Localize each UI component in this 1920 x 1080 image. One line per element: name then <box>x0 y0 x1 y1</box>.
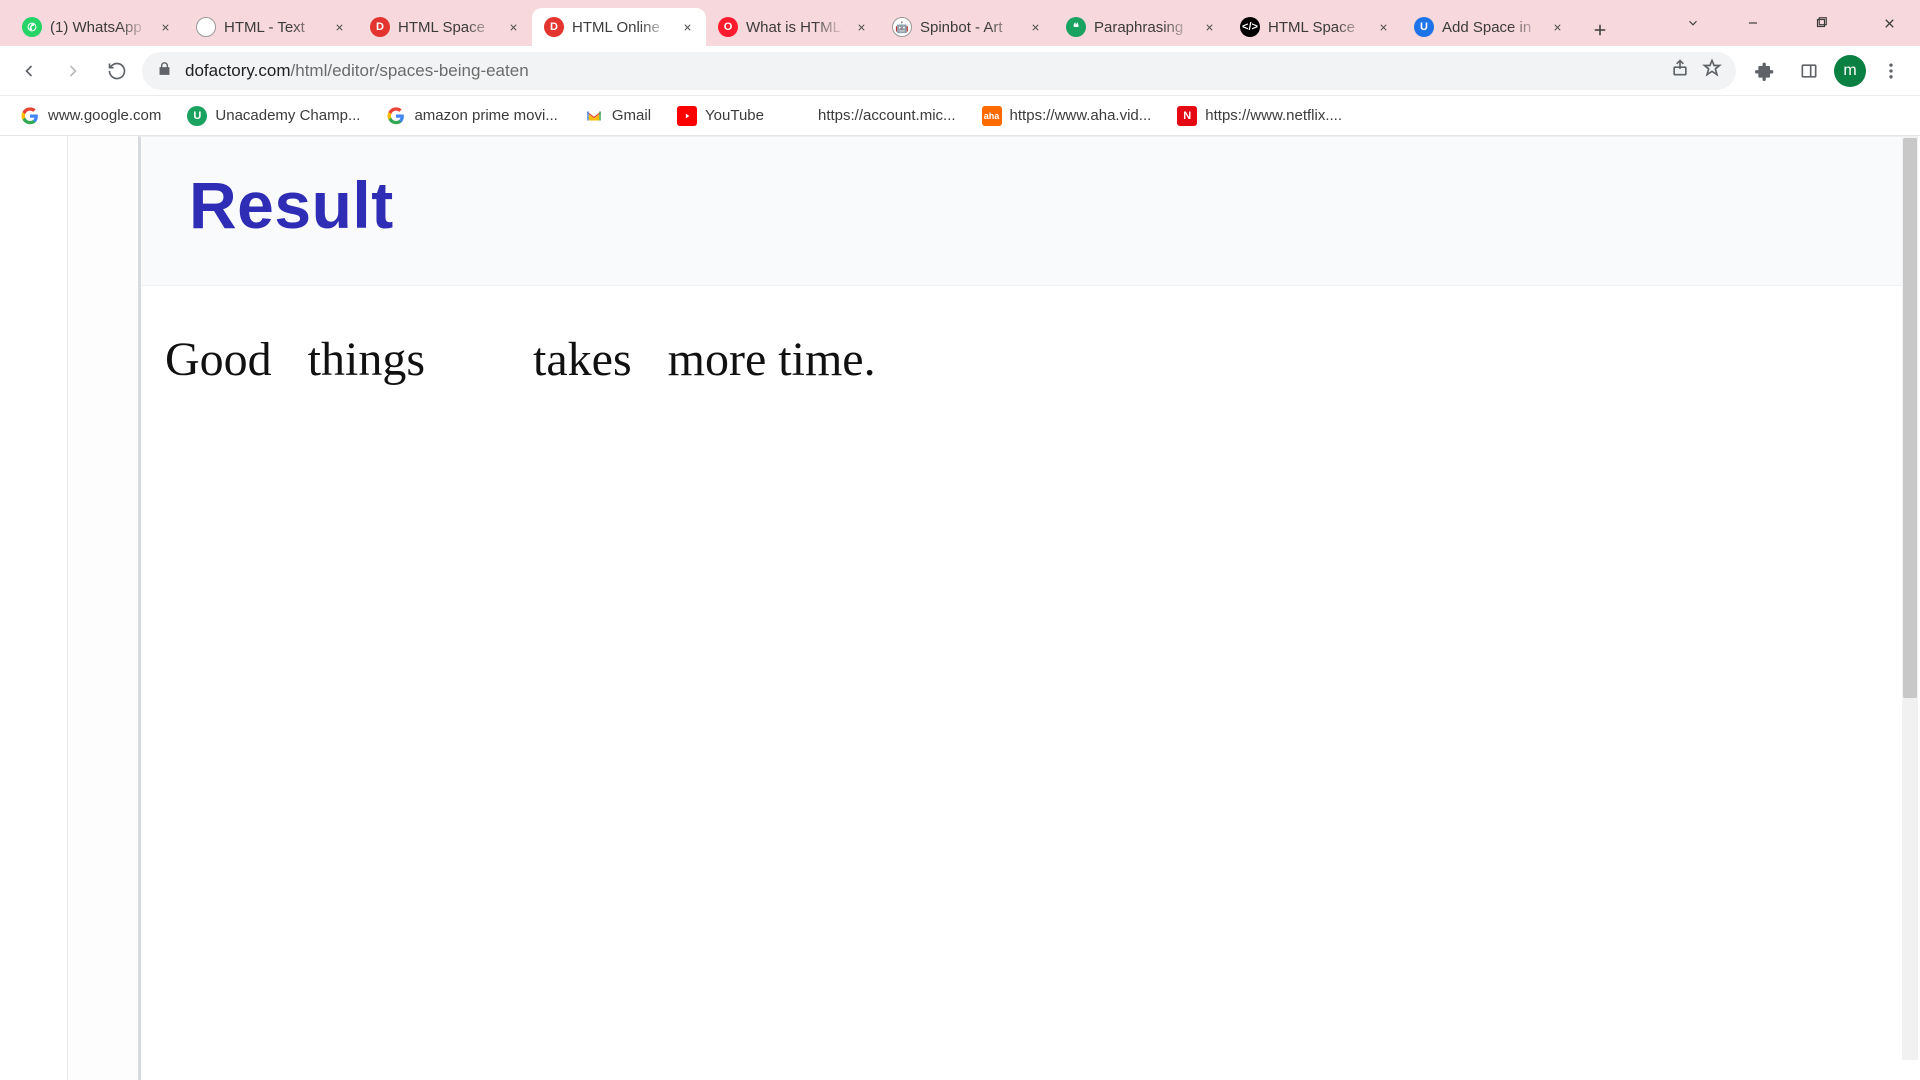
tab-strip: ✆ (1) WhatsApp ◆HTML - Text D HTML Space D HTM… <box>0 0 1920 46</box>
google-icon <box>20 106 40 126</box>
tab-favicon-icon: U <box>1414 17 1434 37</box>
side-panel-button[interactable] <box>1790 52 1828 90</box>
tab-title: HTML Online <box>572 19 670 36</box>
tab-search-button[interactable] <box>1678 3 1708 43</box>
tab-favicon-icon: ◆ <box>192 13 220 41</box>
tab-close-button[interactable] <box>1548 18 1566 36</box>
left-gutter-inner <box>68 136 138 1080</box>
tab-close-button[interactable] <box>852 18 870 36</box>
result-panel: Result Good things takes more time. <box>138 136 1902 1080</box>
bookmark-label: YouTube <box>705 107 764 124</box>
bookmark-3[interactable]: Gmail <box>576 102 659 130</box>
result-text: Good things takes more time. <box>165 332 1902 387</box>
unacademy-icon: U <box>187 106 207 126</box>
window-minimize-button[interactable] <box>1730 3 1776 43</box>
page: Result Good things takes more time. <box>0 136 1902 1080</box>
tab-5[interactable]: 🤖 Spinbot - Art <box>880 8 1054 46</box>
new-tab-button[interactable] <box>1582 14 1618 46</box>
chrome-menu-button[interactable] <box>1872 52 1910 90</box>
reload-button[interactable] <box>98 52 136 90</box>
tab-favicon-icon: ❝ <box>1066 17 1086 37</box>
tab-close-button[interactable] <box>330 18 348 36</box>
tab-close-button[interactable] <box>156 18 174 36</box>
tab-title: Spinbot - Art <box>920 19 1018 36</box>
tab-4[interactable]: O What is HTML <box>706 8 880 46</box>
bookmark-label: amazon prime movi... <box>414 107 557 124</box>
forward-button[interactable] <box>54 52 92 90</box>
tab-7[interactable]: </> HTML Space <box>1228 8 1402 46</box>
scrollbar-thumb[interactable] <box>1903 138 1917 698</box>
bookmark-2[interactable]: amazon prime movi... <box>378 102 565 130</box>
bookmark-label: https://account.mic... <box>818 107 956 124</box>
page-viewport: Result Good things takes more time. <box>0 136 1920 1080</box>
window-maximize-button[interactable] <box>1798 3 1844 43</box>
bookmark-4[interactable]: YouTube <box>669 102 772 130</box>
tab-close-button[interactable] <box>1200 18 1218 36</box>
tab-title: What is HTML <box>746 19 844 36</box>
result-heading: Result <box>189 167 1902 243</box>
tab-close-button[interactable] <box>678 18 696 36</box>
bookmark-label: Unacademy Champ... <box>215 107 360 124</box>
bookmark-7[interactable]: Nhttps://www.netflix.... <box>1169 102 1350 130</box>
address-bar[interactable]: dofactory.com/html/editor/spaces-being-e… <box>142 52 1736 90</box>
result-panel-body: Good things takes more time. <box>141 286 1902 387</box>
profile-avatar[interactable]: m <box>1834 55 1866 87</box>
toolbar: dofactory.com/html/editor/spaces-being-e… <box>0 46 1920 96</box>
tab-favicon-icon: ✆ <box>22 17 42 37</box>
youtube-icon <box>677 106 697 126</box>
tab-title: (1) WhatsApp <box>50 19 148 36</box>
tab-title: Paraphrasing <box>1094 19 1192 36</box>
tab-close-button[interactable] <box>504 18 522 36</box>
back-button[interactable] <box>10 52 48 90</box>
tab-6[interactable]: ❝ Paraphrasing <box>1054 8 1228 46</box>
bookmark-label: www.google.com <box>48 107 161 124</box>
extensions-button[interactable] <box>1746 52 1784 90</box>
window-controls <box>1678 0 1920 46</box>
microsoft-icon <box>790 106 810 126</box>
tab-favicon-icon: 🤖 <box>892 17 912 37</box>
window-close-button[interactable] <box>1866 3 1912 43</box>
bookmark-6[interactable]: aha https://www.aha.vid... <box>974 102 1160 130</box>
tab-title: HTML Space <box>398 19 496 36</box>
tab-close-button[interactable] <box>1026 18 1044 36</box>
result-panel-header: Result <box>141 137 1902 286</box>
tab-favicon-icon: O <box>718 17 738 37</box>
address-text: dofactory.com/html/editor/spaces-being-e… <box>185 61 1658 81</box>
tab-3[interactable]: D HTML Online <box>532 8 706 46</box>
tab-title: HTML Space <box>1268 19 1366 36</box>
tab-title: HTML - Text <box>224 19 322 36</box>
tab-favicon-icon: D <box>544 17 564 37</box>
tab-0[interactable]: ✆ (1) WhatsApp <box>10 8 184 46</box>
aha-icon: aha <box>982 106 1002 126</box>
bookmark-1[interactable]: U Unacademy Champ... <box>179 102 368 130</box>
share-icon[interactable] <box>1670 58 1690 83</box>
profile-avatar-letter: m <box>1843 62 1856 80</box>
tab-favicon-icon: D <box>370 17 390 37</box>
tab-8[interactable]: U Add Space in <box>1402 8 1576 46</box>
gmail-icon <box>584 106 604 126</box>
bookmark-label: Gmail <box>612 107 651 124</box>
bookmark-label: https://www.netflix.... <box>1205 107 1342 124</box>
tab-close-button[interactable] <box>1374 18 1392 36</box>
left-gutter-outer <box>0 136 68 1080</box>
bookmark-5[interactable]: https://account.mic... <box>782 102 964 130</box>
tab-2[interactable]: D HTML Space <box>358 8 532 46</box>
bookmark-0[interactable]: www.google.com <box>12 102 169 130</box>
bookmark-label: https://www.aha.vid... <box>1010 107 1152 124</box>
bookmarks-bar: www.google.com U Unacademy Champ... amazon … <box>0 96 1920 136</box>
netflix-icon: N <box>1177 106 1197 126</box>
tab-title: Add Space in <box>1442 19 1540 36</box>
google-icon <box>386 106 406 126</box>
tab-favicon-icon: </> <box>1240 17 1260 37</box>
lock-icon <box>156 60 173 82</box>
bookmark-star-icon[interactable] <box>1702 58 1722 83</box>
tab-1[interactable]: ◆HTML - Text <box>184 8 358 46</box>
